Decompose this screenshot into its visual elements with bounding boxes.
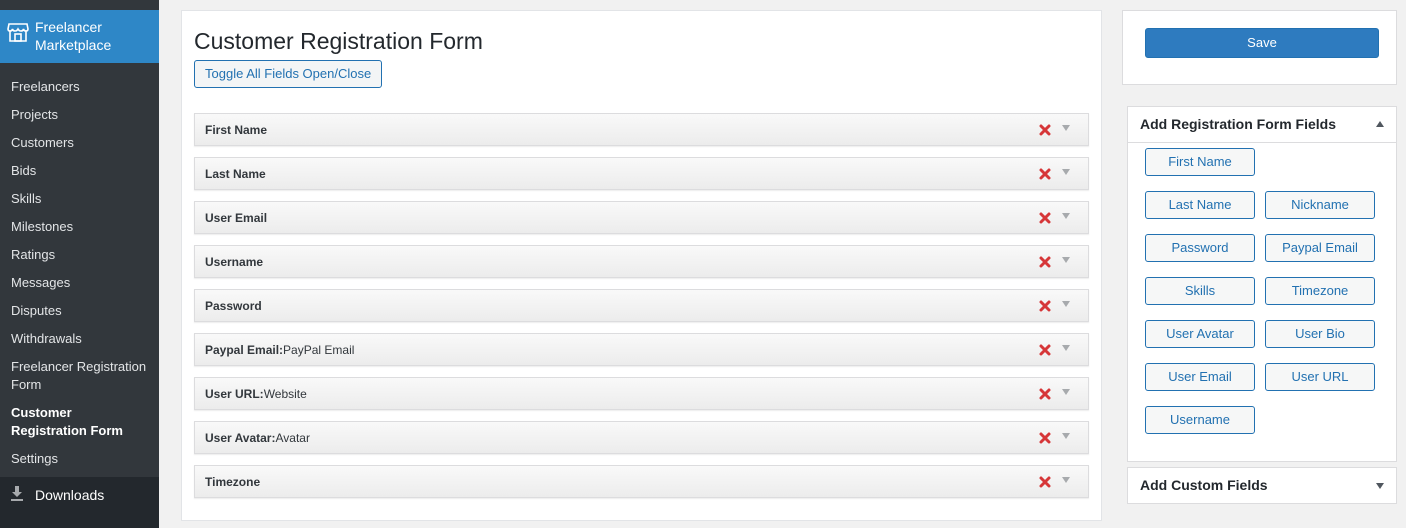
- sidebar-item-disputes[interactable]: Disputes: [0, 297, 159, 325]
- field-extra: Website: [263, 386, 307, 401]
- sidebar-item-freelancers[interactable]: Freelancers: [0, 73, 159, 101]
- sidebar-active-label: Freelancer Marketplace: [35, 19, 112, 53]
- add-field-username-button[interactable]: Username: [1145, 406, 1255, 434]
- add-field-skills-button[interactable]: Skills: [1145, 277, 1255, 305]
- field-name: Last Name: [205, 166, 266, 181]
- delete-icon[interactable]: [1038, 211, 1052, 225]
- field-name: Password: [205, 298, 262, 313]
- sidebar-item-customer-registration-form[interactable]: Customer Registration Form: [0, 399, 159, 445]
- field-name: First Name: [205, 122, 268, 137]
- delete-icon[interactable]: [1038, 475, 1052, 489]
- sidebar-item-messages[interactable]: Messages: [0, 269, 159, 297]
- admin-sidebar: Freelancer Marketplace Freelancers Proje…: [0, 0, 159, 528]
- field-list: First Name Last Name User Email Username…: [194, 113, 1089, 509]
- delete-icon[interactable]: [1038, 123, 1052, 137]
- field-row-password[interactable]: Password: [194, 289, 1089, 322]
- collapse-caret-icon[interactable]: [1376, 121, 1384, 127]
- field-name: Paypal Email:: [205, 342, 284, 357]
- delete-icon[interactable]: [1038, 255, 1052, 269]
- expand-arrow-icon[interactable]: [1062, 125, 1070, 131]
- field-row-paypal-email[interactable]: Paypal Email: PayPal Email: [194, 333, 1089, 366]
- field-name: Username: [205, 254, 264, 269]
- add-fields-panel: Add Registration Form Fields First Name …: [1127, 106, 1397, 462]
- sidebar-top-strip: [0, 0, 159, 10]
- page-title: Customer Registration Form: [194, 28, 483, 54]
- sidebar-item-skills[interactable]: Skills: [0, 185, 159, 213]
- sidebar-item-withdrawals[interactable]: Withdrawals: [0, 325, 159, 353]
- download-icon: [10, 485, 24, 505]
- field-row-first-name[interactable]: First Name: [194, 113, 1089, 146]
- custom-fields-panel: Add Custom Fields: [1127, 467, 1397, 504]
- sidebar-item-freelancer-marketplace[interactable]: Freelancer Marketplace: [0, 10, 159, 63]
- field-name: User Avatar:: [205, 430, 276, 445]
- field-row-user-email[interactable]: User Email: [194, 201, 1089, 234]
- sidebar-item-milestones[interactable]: Milestones: [0, 213, 159, 241]
- field-name: Timezone: [205, 474, 261, 489]
- add-field-user-avatar-button[interactable]: User Avatar: [1145, 320, 1255, 348]
- add-field-user-url-button[interactable]: User URL: [1265, 363, 1375, 391]
- field-row-last-name[interactable]: Last Name: [194, 157, 1089, 190]
- delete-icon[interactable]: [1038, 167, 1052, 181]
- sidebar-item-projects[interactable]: Projects: [0, 101, 159, 129]
- delete-icon[interactable]: [1038, 343, 1052, 357]
- sidebar-item-bids[interactable]: Bids: [0, 157, 159, 185]
- sidebar-item-customers[interactable]: Customers: [0, 129, 159, 157]
- add-fields-title: Add Registration Form Fields: [1140, 116, 1337, 132]
- add-field-nickname-button[interactable]: Nickname: [1265, 191, 1375, 219]
- store-icon: [6, 20, 30, 44]
- sidebar-item-settings[interactable]: Settings: [0, 445, 159, 473]
- add-field-timezone-button[interactable]: Timezone: [1265, 277, 1375, 305]
- field-name: User URL:: [205, 386, 264, 401]
- add-field-user-email-button[interactable]: User Email: [1145, 363, 1255, 391]
- expand-arrow-icon[interactable]: [1062, 213, 1070, 219]
- delete-icon[interactable]: [1038, 387, 1052, 401]
- expand-arrow-icon[interactable]: [1062, 477, 1070, 483]
- custom-fields-header[interactable]: Add Custom Fields: [1128, 468, 1396, 504]
- sidebar-item-downloads[interactable]: Downloads: [0, 477, 159, 513]
- expand-arrow-icon[interactable]: [1062, 301, 1070, 307]
- custom-fields-title: Add Custom Fields: [1140, 477, 1268, 493]
- save-panel: Save: [1122, 10, 1397, 85]
- expand-arrow-icon[interactable]: [1062, 345, 1070, 351]
- delete-icon[interactable]: [1038, 431, 1052, 445]
- sidebar-item-freelancer-registration-form[interactable]: Freelancer Registration Form: [0, 353, 159, 399]
- field-extra: Avatar: [275, 430, 310, 445]
- expand-caret-icon[interactable]: [1376, 483, 1384, 489]
- field-row-user-url[interactable]: User URL: Website: [194, 377, 1089, 410]
- field-name: User Email: [205, 210, 268, 225]
- expand-arrow-icon[interactable]: [1062, 389, 1070, 395]
- field-extra: PayPal Email: [283, 342, 355, 357]
- add-field-password-button[interactable]: Password: [1145, 234, 1255, 262]
- field-row-user-avatar[interactable]: User Avatar: Avatar: [194, 421, 1089, 454]
- toggle-all-fields-button[interactable]: Toggle All Fields Open/Close: [194, 60, 383, 88]
- expand-arrow-icon[interactable]: [1062, 169, 1070, 175]
- save-button[interactable]: Save: [1145, 28, 1379, 58]
- add-field-first-name-button[interactable]: First Name: [1145, 148, 1255, 176]
- expand-arrow-icon[interactable]: [1062, 257, 1070, 263]
- delete-icon[interactable]: [1038, 299, 1052, 313]
- add-fields-header[interactable]: Add Registration Form Fields: [1128, 107, 1396, 143]
- field-row-username[interactable]: Username: [194, 245, 1089, 278]
- add-field-user-bio-button[interactable]: User Bio: [1265, 320, 1375, 348]
- sidebar-item-ratings[interactable]: Ratings: [0, 241, 159, 269]
- add-field-last-name-button[interactable]: Last Name: [1145, 191, 1255, 219]
- form-builder-panel: Customer Registration Form Toggle All Fi…: [181, 10, 1102, 521]
- field-row-timezone[interactable]: Timezone: [194, 465, 1089, 498]
- expand-arrow-icon[interactable]: [1062, 433, 1070, 439]
- sidebar-submenu: Freelancers Projects Customers Bids Skil…: [0, 63, 159, 477]
- sidebar-downloads-label: Downloads: [35, 487, 105, 503]
- add-field-paypal-email-button[interactable]: Paypal Email: [1265, 234, 1375, 262]
